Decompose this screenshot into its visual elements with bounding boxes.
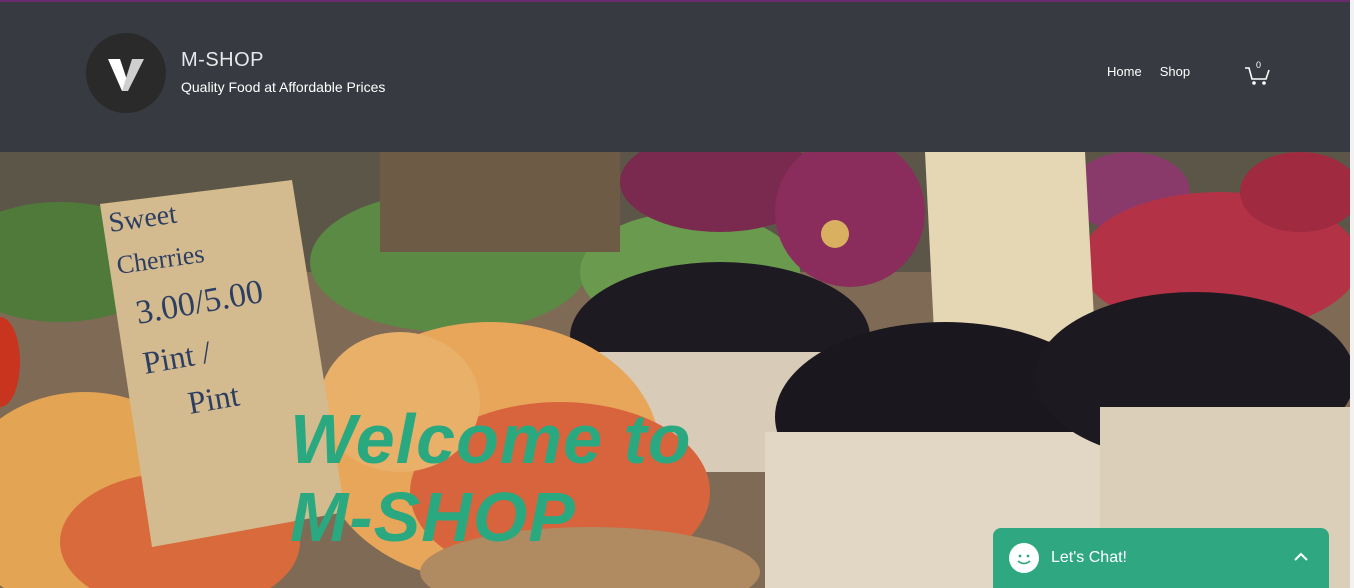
cart-button[interactable]: 0: [1244, 60, 1272, 86]
brand-name[interactable]: M-SHOP: [181, 49, 264, 72]
logo[interactable]: [86, 33, 166, 113]
cart-count: 0: [1256, 60, 1262, 70]
hero-title-line1: Welcome to: [290, 400, 692, 478]
chat-widget-button[interactable]: Let's Chat!: [993, 528, 1329, 588]
chat-label: Let's Chat!: [1051, 549, 1127, 566]
nav-shop-link[interactable]: Shop: [1160, 64, 1190, 79]
site-header: M-SHOP Quality Food at Affordable Prices…: [0, 2, 1350, 152]
chevron-up-icon[interactable]: [1293, 549, 1309, 565]
smiley-icon: [1009, 543, 1039, 573]
scrollbar[interactable]: [1350, 0, 1354, 588]
brand-tagline: Quality Food at Affordable Prices: [181, 79, 386, 95]
hero-banner: Sweet Cherries 3.00/5.00 Pint / Pint Wel…: [0, 152, 1350, 588]
v-logo-icon: [108, 59, 144, 91]
nav-home-link[interactable]: Home: [1107, 64, 1142, 79]
hero-title-line2: M-SHOP: [290, 478, 576, 556]
hero-title: Welcome to M-SHOP: [290, 400, 692, 556]
main-nav: Home Shop: [1107, 64, 1190, 79]
